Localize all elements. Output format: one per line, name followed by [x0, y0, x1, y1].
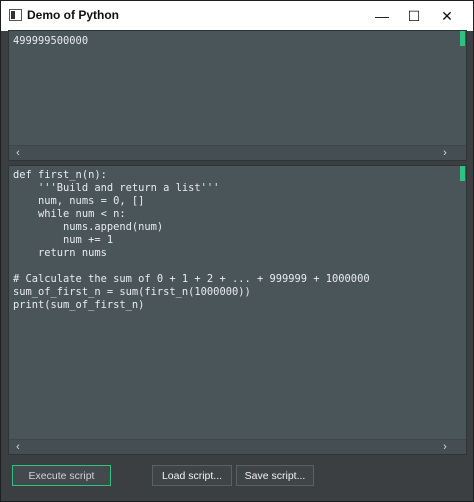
- scroll-left-icon[interactable]: ‹: [11, 440, 25, 454]
- output-vertical-scrollbar[interactable]: [458, 31, 466, 146]
- scroll-right-icon[interactable]: ›: [438, 440, 452, 454]
- window-title: Demo of Python: [27, 8, 119, 22]
- app-window-icon: [9, 9, 22, 21]
- close-button[interactable]: ✕: [430, 1, 464, 31]
- output-scroll-thumb[interactable]: [460, 31, 465, 46]
- editor-vertical-scrollbar[interactable]: [458, 166, 466, 440]
- code-text[interactable]: def first_n(n): '''Build and return a li…: [13, 169, 370, 312]
- output-pane[interactable]: 499999500000 ‹ ›: [8, 30, 467, 161]
- execute-script-button[interactable]: Execute script: [12, 465, 111, 486]
- editor-scroll-thumb[interactable]: [460, 166, 465, 181]
- maximize-icon: ☐: [407, 7, 421, 24]
- scroll-right-icon[interactable]: ›: [438, 146, 452, 160]
- scroll-left-icon[interactable]: ‹: [11, 146, 25, 160]
- minimize-icon: —: [375, 8, 389, 24]
- close-icon: ✕: [441, 7, 453, 24]
- title-bar[interactable]: Demo of Python — ☐ ✕: [1, 1, 473, 31]
- editor-horizontal-scrollbar[interactable]: ‹ ›: [9, 439, 466, 454]
- output-text: 499999500000: [13, 35, 89, 47]
- load-script-button[interactable]: Load script...: [152, 465, 232, 486]
- save-script-button[interactable]: Save script...: [236, 465, 314, 486]
- code-editor[interactable]: def first_n(n): '''Build and return a li…: [8, 165, 467, 455]
- minimize-button[interactable]: —: [365, 1, 399, 31]
- output-horizontal-scrollbar[interactable]: ‹ ›: [9, 145, 466, 160]
- main-window: Demo of Python — ☐ ✕ 499999500000 ‹ › de…: [0, 0, 474, 502]
- maximize-button[interactable]: ☐: [397, 1, 431, 31]
